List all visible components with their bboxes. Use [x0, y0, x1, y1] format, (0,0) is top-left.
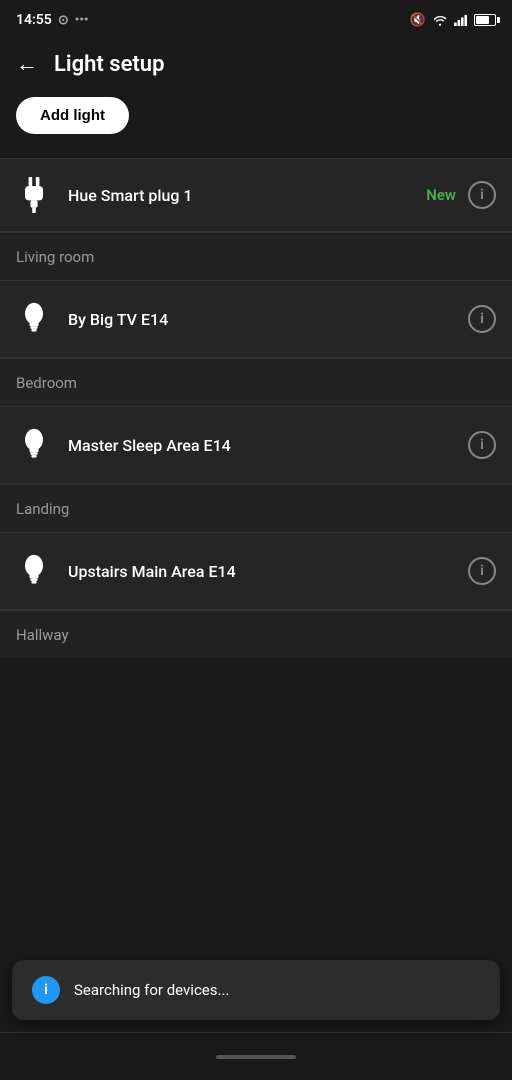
device-name-by-big-tv: By Big TV E14	[68, 310, 468, 329]
device-item-by-big-tv: By Big TV E14 i	[0, 281, 512, 358]
add-button-container: Add light	[0, 97, 512, 158]
device-item-master-sleep: Master Sleep Area E14 i	[0, 407, 512, 484]
device-info-upstairs-main[interactable]: i	[468, 557, 496, 585]
status-bar: 14:55 ⊙ ••• 🔇	[0, 0, 512, 40]
status-time: 14:55 ⊙ •••	[16, 12, 89, 28]
page-title: Light setup	[54, 52, 164, 77]
section-title-living-room: Living room	[16, 248, 94, 266]
section-title-bedroom: Bedroom	[16, 374, 77, 392]
unpaired-device-info-button[interactable]: i	[468, 181, 496, 209]
notification-dots: •••	[75, 13, 89, 28]
new-badge: New	[426, 186, 456, 204]
unpaired-device-name: Hue Smart plug 1	[68, 186, 426, 205]
bulb-icon-landing	[16, 553, 52, 589]
device-name-upstairs-main: Upstairs Main Area E14	[68, 562, 468, 581]
section-title-hallway: Hallway	[16, 626, 69, 644]
unpaired-device-item: Hue Smart plug 1 New i	[0, 158, 512, 232]
toast-message: Searching for devices...	[74, 981, 229, 999]
bulb-icon-bedroom	[16, 427, 52, 463]
wifi-icon	[432, 14, 448, 26]
back-button[interactable]: ←	[16, 54, 38, 76]
signal-icon	[454, 14, 468, 26]
page-header: ← Light setup	[0, 40, 512, 97]
bulb-icon-living-room	[16, 301, 52, 337]
toast-notification: i Searching for devices...	[12, 960, 500, 1020]
device-info-master-sleep[interactable]: i	[468, 431, 496, 459]
section-header-hallway: Hallway	[0, 610, 512, 658]
device-name-master-sleep: Master Sleep Area E14	[68, 436, 468, 455]
battery-icon	[474, 14, 496, 26]
device-item-upstairs-main: Upstairs Main Area E14 i	[0, 533, 512, 610]
section-header-landing: Landing	[0, 484, 512, 533]
time-display: 14:55	[16, 12, 52, 28]
toast-info-icon: i	[32, 976, 60, 1004]
section-header-living-room: Living room	[0, 232, 512, 281]
section-header-bedroom: Bedroom	[0, 358, 512, 407]
section-title-landing: Landing	[16, 500, 69, 518]
plug-icon	[16, 177, 52, 213]
status-indicator: ⊙	[58, 13, 69, 28]
device-info-by-big-tv[interactable]: i	[468, 305, 496, 333]
mute-icon: 🔇	[410, 13, 426, 28]
bottom-nav-bar	[0, 1032, 512, 1080]
status-icons: 🔇	[410, 13, 496, 28]
add-light-button[interactable]: Add light	[16, 97, 129, 134]
bottom-bar-indicator	[216, 1055, 296, 1059]
